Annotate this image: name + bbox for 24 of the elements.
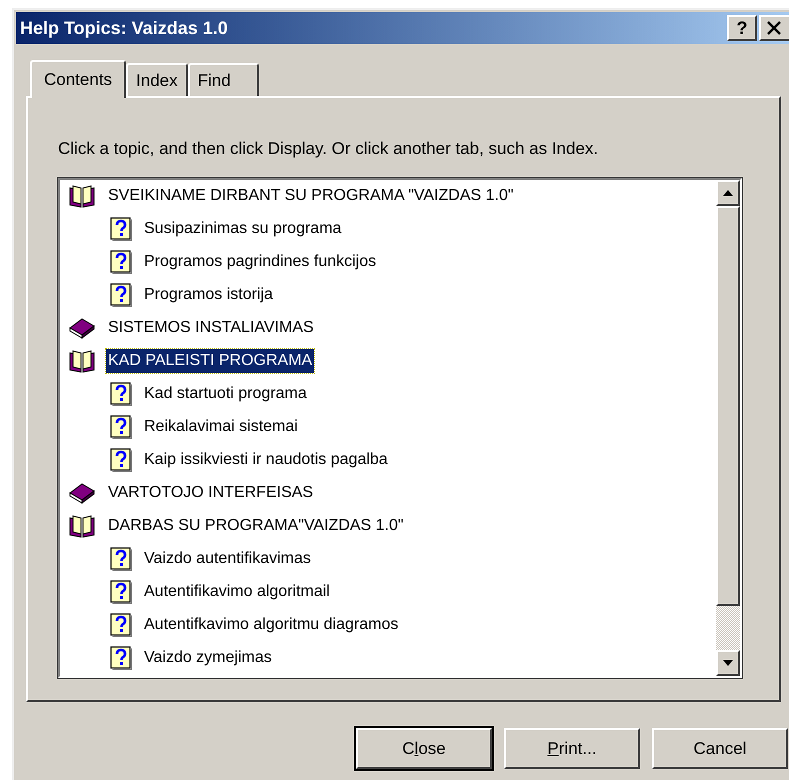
tree-item[interactable]: Autentifkavimo algoritmu diagramos (142, 613, 400, 637)
dialog-button[interactable]: Print... (504, 728, 640, 769)
tree-item[interactable]: Kaip issikviesti ir naudotis pagalba (142, 448, 390, 472)
tree-item[interactable]: Vaizdo autentifikavimas (142, 547, 313, 571)
tree-item[interactable]: Autentifikavimo algoritmail (142, 580, 332, 604)
dialog-button[interactable]: Cancel (652, 728, 788, 769)
tree-item[interactable]: Kad startuoti programa (142, 382, 309, 406)
tab[interactable]: Find (188, 63, 259, 96)
window-title: Help Topics: Vaizdas 1.0 (20, 16, 228, 40)
tree-item[interactable]: SISTEMOS INSTALIAVIMAS (106, 316, 316, 340)
tree-item[interactable]: SVEIKINAME DIRBANT SU PROGRAMA "VAIZDAS 1.0" (106, 184, 516, 208)
dialog-button[interactable]: Close (356, 728, 492, 769)
help-button[interactable]: ? (727, 15, 757, 41)
tree-item[interactable]: DARBAS SU PROGRAMA"VAIZDAS 1.0" (106, 514, 406, 538)
tree-item[interactable]: KAD PALEISTI PROGRAMA (106, 349, 314, 373)
tree-item[interactable]: Reikalavimai sistemai (142, 415, 300, 439)
tab[interactable]: Index (126, 63, 188, 96)
tree-item[interactable]: VARTOTOJO INTERFEISAS (106, 481, 316, 505)
tree-item[interactable]: Programos istorija (142, 283, 275, 307)
tree-item[interactable]: Programos pagrindines funkcijos (142, 250, 378, 274)
tab[interactable]: Contents (30, 60, 126, 98)
tree-item[interactable]: Susipazinimas su programa (142, 217, 344, 241)
instruction-text: Click a topic, and then click Display. Or click another tab, such as Index. (58, 138, 600, 160)
tree-item[interactable]: Vaizdo zymejimas (142, 646, 274, 670)
